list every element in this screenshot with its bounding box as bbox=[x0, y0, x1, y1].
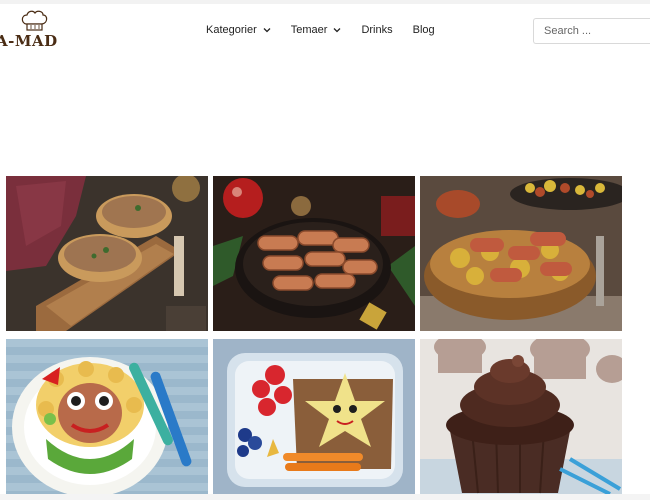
recipe-card[interactable] bbox=[420, 176, 622, 331]
recipe-image bbox=[6, 176, 208, 331]
recipe-image bbox=[213, 176, 415, 331]
site-header: A-MAD Kategorier Temaer Drinks Blog bbox=[0, 4, 650, 60]
recipe-card[interactable] bbox=[213, 339, 415, 494]
recipe-card[interactable] bbox=[6, 176, 208, 331]
nav-label: Temaer bbox=[290, 24, 328, 36]
recipe-image bbox=[420, 176, 622, 331]
nav-item-temaer[interactable]: Temaer bbox=[291, 24, 342, 36]
nav-label: Drinks bbox=[361, 24, 393, 36]
logo-text: A-MAD bbox=[0, 32, 58, 50]
nav-label: Kategorier bbox=[206, 24, 257, 36]
recipe-card[interactable] bbox=[420, 339, 622, 494]
bottom-border bbox=[0, 494, 650, 500]
recipe-card[interactable] bbox=[213, 176, 415, 331]
chevron-down-icon bbox=[333, 28, 341, 33]
nav-item-blog[interactable]: Blog bbox=[413, 24, 435, 36]
nav-label: Blog bbox=[412, 24, 435, 36]
recipe-card[interactable] bbox=[6, 339, 208, 494]
chevron-down-icon bbox=[263, 28, 271, 33]
recipe-image bbox=[420, 339, 622, 494]
recipe-image bbox=[213, 339, 415, 494]
page: A-MAD Kategorier Temaer Drinks Blog bbox=[0, 0, 650, 500]
nav-item-kategorier[interactable]: Kategorier bbox=[206, 24, 271, 36]
chef-hat-icon bbox=[21, 10, 48, 31]
nav-item-drinks[interactable]: Drinks bbox=[361, 24, 392, 36]
main-nav: Kategorier Temaer Drinks Blog bbox=[206, 24, 455, 36]
search-input[interactable] bbox=[533, 18, 650, 44]
recipe-grid bbox=[6, 176, 622, 494]
recipe-image bbox=[6, 339, 208, 494]
site-logo[interactable]: A-MAD bbox=[0, 10, 64, 54]
